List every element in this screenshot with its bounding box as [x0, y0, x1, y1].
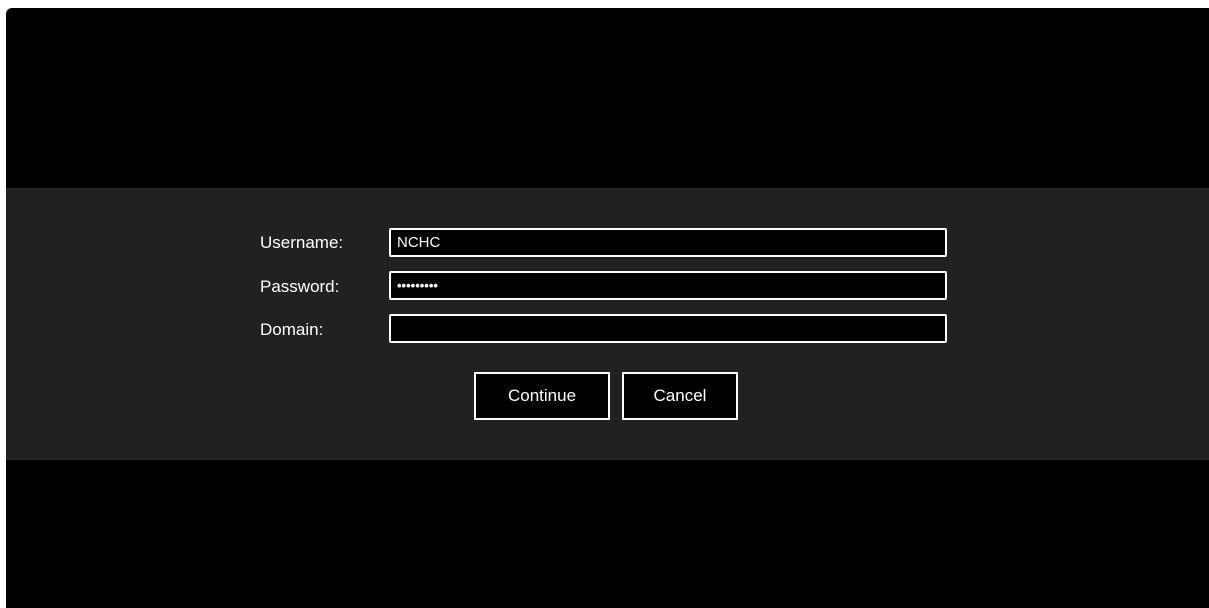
password-masked-value: ••••••••• — [397, 278, 438, 293]
cancel-button[interactable]: Cancel — [622, 372, 738, 420]
domain-label: Domain: — [260, 320, 324, 339]
continue-button[interactable]: Continue — [474, 372, 610, 420]
password-label: Password: — [260, 277, 340, 296]
password-field[interactable]: ••••••••• — [389, 271, 947, 300]
username-value: NCHC — [397, 234, 441, 251]
domain-field[interactable] — [389, 314, 947, 343]
username-field[interactable]: NCHC — [389, 228, 947, 257]
username-label: Username: — [260, 233, 344, 252]
remote-session-screen: Username: NCHC Password: ••••••••• Domai… — [6, 8, 1209, 608]
login-panel: Username: NCHC Password: ••••••••• Domai… — [6, 188, 1209, 460]
